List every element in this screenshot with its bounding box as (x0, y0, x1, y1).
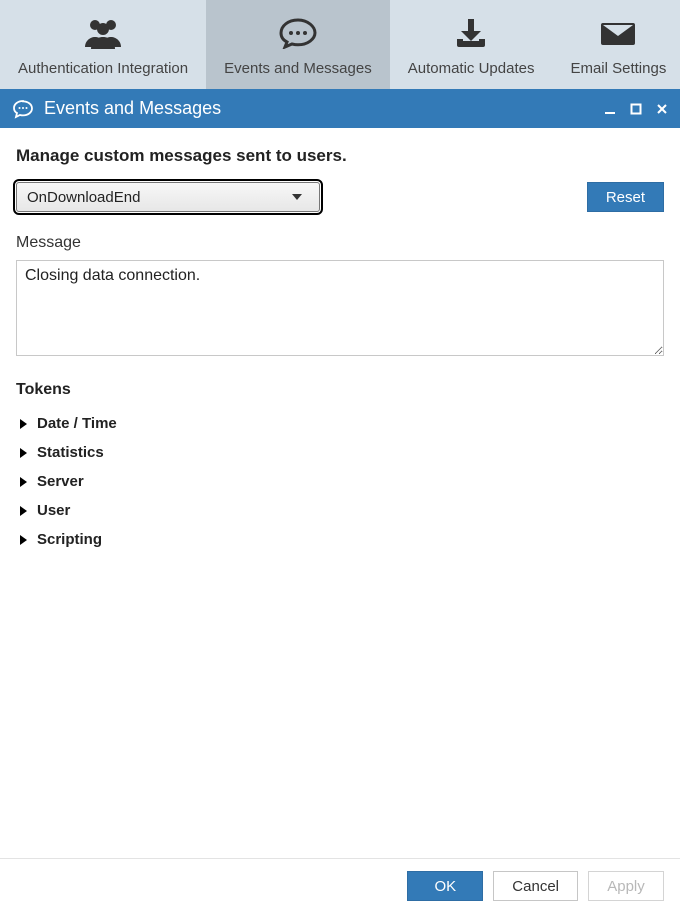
tab-label: Authentication Integration (18, 60, 188, 77)
speech-icon (278, 17, 318, 52)
reset-button[interactable]: Reset (587, 182, 664, 212)
token-group-label: Server (37, 473, 84, 490)
action-bar: OK Cancel Apply (0, 858, 680, 913)
tab-events-and-messages[interactable]: Events and Messages (206, 0, 390, 89)
tab-automatic-updates[interactable]: Automatic Updates (390, 0, 553, 89)
token-group-label: User (37, 502, 70, 519)
tab-label: Email Settings (570, 60, 666, 77)
page-title: Events and Messages (44, 98, 604, 119)
event-select[interactable]: OnDownloadEnd (16, 182, 320, 212)
token-group-label: Statistics (37, 444, 104, 461)
caret-right-icon (20, 535, 27, 545)
tab-label: Events and Messages (224, 60, 372, 77)
apply-button[interactable]: Apply (588, 871, 664, 901)
cancel-button[interactable]: Cancel (493, 871, 578, 901)
top-tabbar: Authentication Integration Events and Me… (0, 0, 680, 89)
caret-right-icon (20, 448, 27, 458)
tab-label: Automatic Updates (408, 60, 535, 77)
token-group-statistics[interactable]: Statistics (16, 438, 664, 467)
minimize-button[interactable] (604, 103, 616, 115)
ok-button[interactable]: OK (407, 871, 483, 901)
download-icon (453, 17, 489, 52)
message-textarea[interactable]: Closing data connection. (16, 260, 664, 356)
users-icon (81, 17, 125, 52)
token-group-scripting[interactable]: Scripting (16, 525, 664, 554)
close-button[interactable] (656, 103, 668, 115)
token-group-user[interactable]: User (16, 496, 664, 525)
tokens-list: Date / Time Statistics Server User Scrip… (16, 409, 664, 554)
maximize-button[interactable] (630, 103, 642, 115)
token-group-label: Date / Time (37, 415, 117, 432)
page-subheading: Manage custom messages sent to users. (16, 146, 664, 166)
token-group-server[interactable]: Server (16, 467, 664, 496)
token-group-date-time[interactable]: Date / Time (16, 409, 664, 438)
token-group-label: Scripting (37, 531, 102, 548)
window-controls (604, 103, 668, 115)
tokens-heading: Tokens (16, 381, 664, 399)
titlebar: Events and Messages (0, 89, 680, 128)
tab-email-settings[interactable]: Email Settings (552, 0, 680, 89)
message-label: Message (16, 234, 664, 252)
event-select-wrap: OnDownloadEnd (16, 182, 320, 212)
caret-right-icon (20, 506, 27, 516)
tab-authentication-integration[interactable]: Authentication Integration (0, 0, 206, 89)
content-area: Manage custom messages sent to users. On… (0, 128, 680, 858)
speech-icon (12, 99, 34, 119)
caret-right-icon (20, 419, 27, 429)
envelope-icon (598, 19, 638, 52)
caret-right-icon (20, 477, 27, 487)
